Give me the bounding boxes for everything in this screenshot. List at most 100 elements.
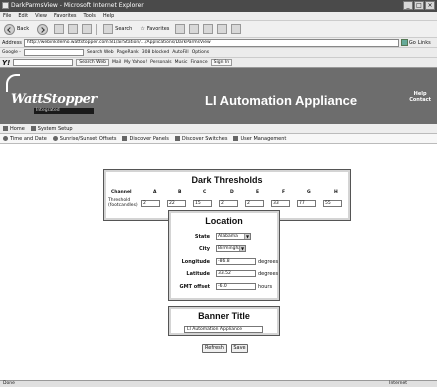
nav-discover-switches[interactable]: Discover Switches <box>174 136 227 142</box>
discuss-icon[interactable] <box>231 24 242 34</box>
maximize-button[interactable]: □ <box>414 1 424 10</box>
back-button[interactable]: Back <box>2 23 31 36</box>
window-title: DarkParmsView - Microsoft Internet Explo… <box>11 2 144 9</box>
nav-system-setup[interactable]: System Setup <box>30 126 73 132</box>
menu-file[interactable]: File <box>3 12 11 20</box>
address-input[interactable]: http://webinkdemo.wattstopper.com:81/air… <box>23 38 399 47</box>
save-button[interactable]: Save <box>231 344 248 353</box>
menu-edit[interactable]: Edit <box>18 12 28 20</box>
stop-icon[interactable] <box>54 24 65 34</box>
user-icon <box>233 136 239 141</box>
yahoo-music[interactable]: Music <box>175 60 188 65</box>
channel-header: E <box>256 190 260 195</box>
back-arrow-icon <box>4 23 15 35</box>
threshold-input-d[interactable]: 2 <box>219 200 238 207</box>
yahoo-sign-in[interactable]: Sign In <box>210 59 233 66</box>
nav-sunrise-sunset[interactable]: Sunrise/Sunset Offsets <box>52 136 116 142</box>
yahoo-my-yahoo[interactable]: My Yahoo! <box>124 60 147 65</box>
google-autofill[interactable]: AutoFill <box>172 50 188 55</box>
yahoo-personals[interactable]: Personals <box>150 60 171 65</box>
status-bar: Done Internet <box>0 380 437 387</box>
go-button[interactable]: Go <box>400 39 416 46</box>
mail-icon[interactable] <box>189 24 200 34</box>
google-search-web-button[interactable]: Search Web <box>87 50 114 55</box>
search-button[interactable]: Search <box>101 23 134 36</box>
state-value: Alabama <box>218 234 238 239</box>
forward-arrow-icon <box>37 23 49 35</box>
chevron-down-icon: ▼ <box>244 234 250 239</box>
banner-title-heading: Banner Title <box>198 311 250 321</box>
panel-icon <box>122 136 128 141</box>
threshold-input-h[interactable]: 55 <box>323 200 342 207</box>
nav-home[interactable]: Home <box>3 126 25 132</box>
yahoo-mail[interactable]: Mail <box>112 60 121 65</box>
yahoo-search-input[interactable] <box>13 59 74 66</box>
yahoo-finance[interactable]: Finance <box>190 60 207 65</box>
google-options[interactable]: Options <box>192 50 209 55</box>
yahoo-logo[interactable]: Y! <box>2 59 10 67</box>
window-controls: _ □ × <box>403 1 435 10</box>
google-toolbar: Google - Search Web PageRank 308 blocked… <box>0 48 437 58</box>
minimize-button[interactable]: _ <box>403 1 413 10</box>
title-bar: DarkParmsView - Microsoft Internet Explo… <box>0 0 437 12</box>
channel-header: F <box>282 190 286 195</box>
latitude-label: Latitude <box>186 271 210 277</box>
yahoo-search-web-button[interactable]: Search Web <box>76 59 109 66</box>
secondary-nav: Time and Date Sunrise/Sunset Offsets Dis… <box>0 134 437 144</box>
edit-icon[interactable] <box>217 24 228 34</box>
menu-favorites[interactable]: Favorites <box>54 12 77 20</box>
city-label: City <box>198 246 210 252</box>
menu-help[interactable]: Help <box>103 12 114 20</box>
state-label: State <box>194 234 210 240</box>
longitude-unit: degrees <box>258 259 279 265</box>
threshold-input-b[interactable]: 22 <box>167 200 186 207</box>
gmt-offset-input[interactable]: -6.0 <box>216 283 256 290</box>
forward-button[interactable] <box>35 23 50 36</box>
go-arrow-icon <box>400 39 408 46</box>
ie-icon <box>2 2 9 9</box>
menu-tools[interactable]: Tools <box>84 12 96 20</box>
standard-toolbar: Back Search ☆ Favorites <box>0 21 437 38</box>
favorites-button[interactable]: ☆ Favorites <box>138 23 171 36</box>
popup-blocked[interactable]: 308 blocked <box>142 50 169 55</box>
nav-time-and-date[interactable]: Time and Date <box>3 136 47 142</box>
links-label[interactable]: Links <box>418 40 431 46</box>
channel-header: H <box>334 190 338 195</box>
banner-title-body: Banner Title LI Automation Appliance <box>171 309 277 333</box>
threshold-input-e[interactable]: 2 <box>245 200 264 207</box>
city-select[interactable]: Birmingham ▼ <box>216 245 246 252</box>
menu-view[interactable]: View <box>35 12 47 20</box>
channel-header: B <box>178 190 182 195</box>
longitude-input[interactable]: -86.8 <box>216 258 256 265</box>
chevron-down-icon: ▼ <box>239 246 245 251</box>
yahoo-toolbar: Y! Search Web Mail My Yahoo! Personals M… <box>0 58 437 68</box>
refresh-icon[interactable] <box>68 24 79 34</box>
location-title: Location <box>205 216 243 226</box>
history-icon[interactable] <box>175 24 186 34</box>
primary-nav: Home System Setup <box>0 124 437 134</box>
state-select[interactable]: Alabama ▼ <box>216 233 251 240</box>
contact-link[interactable]: Contact <box>409 97 431 103</box>
nav-discover-panels[interactable]: Discover Panels <box>122 136 169 142</box>
threshold-input-f[interactable]: 33 <box>271 200 290 207</box>
dark-thresholds-title: Dark Thresholds <box>191 175 263 185</box>
latitude-input[interactable]: 33.52 <box>216 270 256 277</box>
banner-title-input[interactable]: LI Automation Appliance <box>184 326 263 333</box>
threshold-input-g[interactable]: 77 <box>297 200 316 207</box>
google-pagerank[interactable]: PageRank <box>117 50 139 55</box>
page-title: LI Automation Appliance <box>205 93 358 108</box>
google-search-input[interactable] <box>23 49 84 56</box>
security-zone: Internet <box>389 381 407 386</box>
print-icon[interactable] <box>203 24 214 34</box>
home-icon[interactable] <box>82 24 93 34</box>
search-icon <box>103 24 114 34</box>
banner-title-panel: Banner Title LI Automation Appliance <box>168 306 280 336</box>
threshold-input-c[interactable]: 15 <box>193 200 212 207</box>
close-button[interactable]: × <box>425 1 435 10</box>
refresh-button[interactable]: Refresh <box>202 344 227 353</box>
threshold-input-a[interactable]: 2 <box>141 200 160 207</box>
nav-user-management[interactable]: User Management <box>233 136 286 142</box>
toolbar-divider <box>96 23 98 35</box>
location-panel: Location State Alabama ▼ City Birmingham… <box>168 210 280 301</box>
google-logo[interactable]: Google - <box>2 50 21 55</box>
